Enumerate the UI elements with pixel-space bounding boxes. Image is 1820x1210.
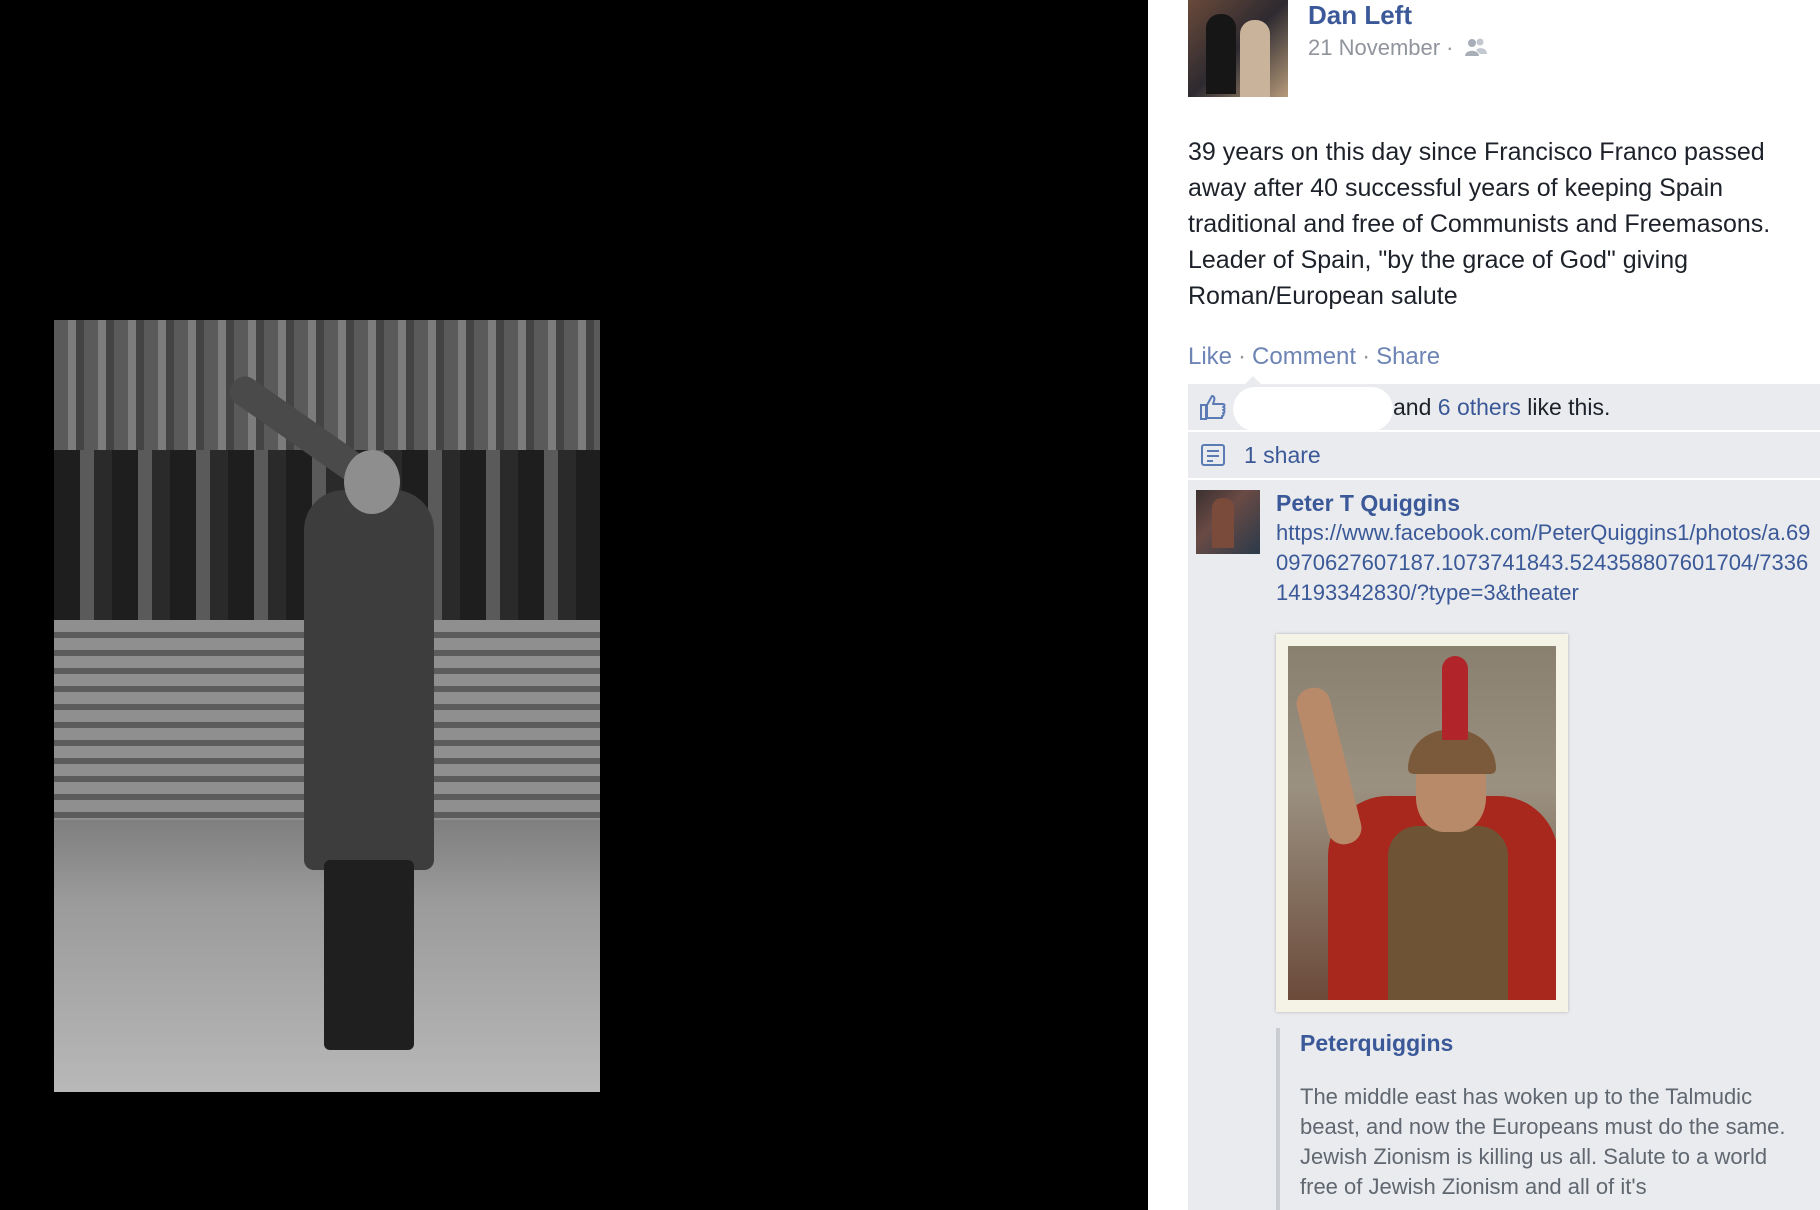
avatar-person-left <box>1206 14 1236 94</box>
author-avatar[interactable] <box>1188 0 1288 97</box>
post-author-name[interactable]: Dan Left <box>1308 0 1412 30</box>
post-meta: 21 November · <box>1308 34 1488 62</box>
photo-armor <box>1388 826 1508 1000</box>
like-link[interactable]: Like <box>1188 343 1232 370</box>
photo-figure-head <box>344 450 400 514</box>
photo-figure-body <box>304 490 434 870</box>
action-separator: · <box>1362 343 1371 370</box>
likes-others-link[interactable]: 6 others <box>1438 394 1521 420</box>
share-link[interactable]: Share <box>1376 343 1440 370</box>
feedback-box: and 6 others like this. 1 share Peter T … <box>1188 384 1820 1210</box>
photo-figure-legs <box>324 860 414 1050</box>
comment-link[interactable]: Comment <box>1252 343 1356 370</box>
redacted-name <box>1233 387 1393 431</box>
shared-photo-image <box>1288 646 1556 1000</box>
avatar-person-right <box>1240 20 1270 97</box>
photo-helmet-crest <box>1442 656 1468 740</box>
likes-summary: and 6 others like this. <box>1393 392 1610 422</box>
friends-icon[interactable] <box>1464 37 1488 57</box>
photo-viewer <box>0 0 1148 1210</box>
share-icon <box>1201 444 1225 466</box>
shared-text: The middle east has woken up to the Talm… <box>1300 1084 1786 1199</box>
post-date[interactable]: 21 November · <box>1308 35 1454 60</box>
likes-and: and <box>1393 394 1432 420</box>
post-side-panel: Dan Left 21 November · 39 years on this … <box>1148 0 1820 1210</box>
shared-author-name[interactable]: Peterquiggins <box>1300 1028 1453 1058</box>
shared-photo[interactable] <box>1276 634 1568 1012</box>
comment-link[interactable]: https://www.facebook.com/PeterQuiggins1/… <box>1276 518 1816 608</box>
post-actions: Like · Comment · Share <box>1188 342 1440 372</box>
shares-link[interactable]: 1 share <box>1244 440 1321 470</box>
action-separator: · <box>1238 343 1247 370</box>
photo-raised-arm <box>1293 684 1365 848</box>
commenter-avatar-figure <box>1212 498 1234 548</box>
thumbs-up-icon <box>1200 395 1226 420</box>
quote-bar <box>1276 1028 1280 1210</box>
commenter-avatar[interactable] <box>1196 490 1260 554</box>
post-text: 39 years on this day since Francisco Fra… <box>1188 138 1771 310</box>
comment-author-name[interactable]: Peter T Quiggins <box>1276 488 1460 518</box>
likes-suffix: like this. <box>1527 394 1611 420</box>
post-photo[interactable] <box>54 320 600 1092</box>
